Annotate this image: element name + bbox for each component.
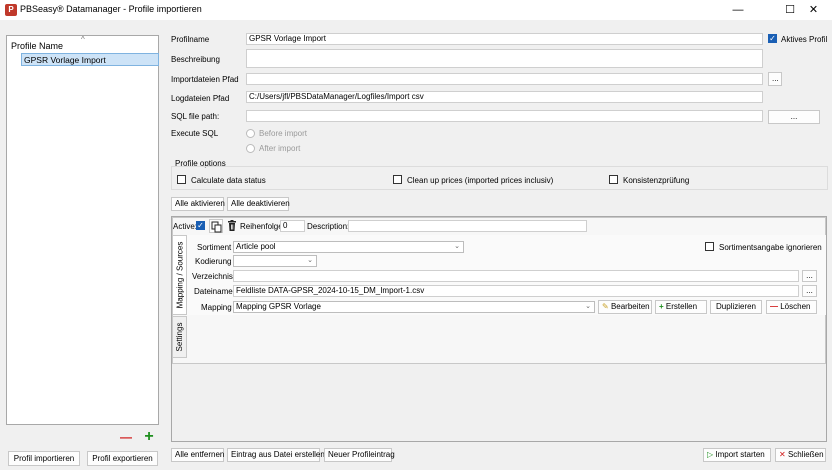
copy-entry-button[interactable] bbox=[209, 219, 223, 233]
minus-icon: — bbox=[770, 302, 778, 311]
kodierung-select[interactable]: ⌄ bbox=[233, 255, 317, 267]
close-button[interactable]: ✕ bbox=[795, 0, 832, 20]
loeschen-label: Löschen bbox=[780, 302, 811, 311]
minimize-icon: — bbox=[732, 4, 744, 16]
delete-entry-button[interactable] bbox=[225, 219, 238, 233]
profil-exportieren-button[interactable]: Profil exportieren bbox=[87, 451, 158, 466]
close-icon: ✕ bbox=[779, 450, 786, 459]
kodierung-label: Kodierung bbox=[195, 257, 232, 266]
description-input[interactable] bbox=[348, 220, 587, 232]
reihenfolge-label: Reihenfolge bbox=[240, 222, 283, 231]
verzeichnis-label: Verzeichnis bbox=[192, 272, 233, 281]
tab-mapping-sources[interactable]: Mapping / Sources bbox=[172, 235, 187, 315]
description-label: Description: bbox=[307, 222, 350, 231]
maximize-icon: ☐ bbox=[785, 4, 795, 16]
active-label: Active: bbox=[173, 222, 198, 231]
sql-browse-button[interactable]: ... bbox=[768, 110, 820, 124]
after-import-radio[interactable] bbox=[246, 144, 255, 153]
chevron-down-icon: ⌄ bbox=[585, 303, 591, 310]
sort-ascending-icon: ^ bbox=[81, 35, 85, 44]
verzeichnis-input[interactable] bbox=[233, 270, 799, 282]
profile-list[interactable]: Profile Name ^ GPSR Vorlage Import bbox=[6, 35, 159, 425]
chevron-down-icon: ⌄ bbox=[307, 257, 313, 264]
erstellen-button[interactable]: + Erstellen bbox=[655, 300, 707, 314]
sql-path-input[interactable] bbox=[246, 110, 763, 122]
konsistenzpruefung-checkbox[interactable] bbox=[609, 175, 618, 184]
konsistenzpruefung-label: Konsistenzprüfung bbox=[623, 176, 690, 185]
schliessen-label: Schließen bbox=[787, 450, 824, 459]
sortiment-select[interactable]: Article pool ⌄ bbox=[233, 241, 464, 253]
duplizieren-button[interactable]: Duplizieren bbox=[710, 300, 762, 314]
list-item[interactable]: GPSR Vorlage Import bbox=[21, 53, 159, 66]
profilname-input[interactable]: GPSR Vorlage Import bbox=[246, 33, 763, 45]
aktives-profil-label: Aktives Profil bbox=[781, 35, 828, 44]
window-title: PBSeasy® Datamanager - Profile importier… bbox=[20, 4, 202, 14]
importdateien-input[interactable] bbox=[246, 73, 763, 85]
logdateien-input[interactable]: C:/Users/jfl/PBSDataManager/Logfiles/Imp… bbox=[246, 91, 763, 103]
tab-settings[interactable]: Settings bbox=[172, 316, 187, 358]
play-icon: ▷ bbox=[707, 450, 714, 459]
plus-icon: + bbox=[659, 302, 664, 311]
import-starten-button[interactable]: ▷ Import starten bbox=[703, 448, 771, 462]
after-import-label: After import bbox=[259, 144, 301, 153]
sortimentsangabe-ignorieren-label: Sortimentsangabe ignorieren bbox=[719, 243, 822, 252]
importdateien-browse-button[interactable]: ... bbox=[768, 72, 782, 86]
chevron-down-icon: ⌄ bbox=[454, 243, 460, 250]
profil-importieren-button[interactable]: Profil importieren bbox=[8, 451, 80, 466]
tab-settings-label: Settings bbox=[175, 322, 184, 352]
mapping-value: Mapping GPSR Vorlage bbox=[236, 302, 321, 311]
reihenfolge-input[interactable]: 0 bbox=[280, 220, 305, 232]
pencil-icon: ✎ bbox=[602, 302, 609, 311]
verzeichnis-browse-button[interactable]: ... bbox=[802, 270, 817, 282]
schliessen-button[interactable]: ✕ Schließen bbox=[775, 448, 826, 462]
bearbeiten-label: Bearbeiten bbox=[610, 302, 650, 311]
entry-active-checkbox[interactable] bbox=[196, 221, 205, 230]
alle-deaktivieren-button[interactable]: Alle deaktivieren bbox=[227, 197, 290, 211]
copy-icon bbox=[211, 221, 222, 233]
calculate-data-status-checkbox[interactable] bbox=[177, 175, 186, 184]
close-icon: ✕ bbox=[808, 4, 819, 16]
profilname-label: Profilname bbox=[171, 35, 210, 44]
execute-sql-label: Execute SQL bbox=[171, 129, 219, 138]
dateiname-input[interactable]: Feldliste DATA-GPSR_2024-10-15_DM_Import… bbox=[233, 285, 799, 297]
logdateien-label: Logdateien Pfad bbox=[171, 94, 230, 103]
neuer-profileintrag-button[interactable]: Neuer Profileintrag bbox=[324, 448, 395, 462]
minus-icon: — bbox=[120, 430, 132, 444]
mapping-select[interactable]: Mapping GPSR Vorlage ⌄ bbox=[233, 301, 595, 313]
title-bar: P PBSeasy® Datamanager - Profile importi… bbox=[0, 0, 832, 20]
sortimentsangabe-ignorieren-checkbox[interactable] bbox=[705, 242, 714, 251]
clean-up-prices-label: Clean up prices (imported prices inclusi… bbox=[407, 176, 554, 185]
add-profile-button[interactable]: + bbox=[141, 429, 157, 445]
tab-mapping-sources-label: Mapping / Sources bbox=[175, 241, 185, 309]
dateiname-label: Dateiname bbox=[194, 287, 233, 296]
dateiname-browse-button[interactable]: ... bbox=[802, 285, 817, 297]
loeschen-button[interactable]: — Löschen bbox=[766, 300, 817, 314]
mapping-label: Mapping bbox=[201, 303, 232, 312]
alle-entfernen-button[interactable]: Alle entfernen bbox=[171, 448, 224, 462]
plus-icon: + bbox=[144, 428, 154, 445]
trash-icon bbox=[228, 220, 236, 231]
sortiment-label: Sortiment bbox=[197, 243, 232, 252]
aktives-profil-checkbox[interactable] bbox=[768, 34, 777, 43]
before-import-label: Before import bbox=[259, 129, 308, 138]
eintrag-aus-datei-button[interactable]: Eintrag aus Datei erstellen bbox=[227, 448, 325, 462]
beschreibung-input[interactable] bbox=[246, 49, 763, 68]
bearbeiten-button[interactable]: ✎ Bearbeiten bbox=[598, 300, 652, 314]
app-logo-icon: P bbox=[5, 4, 17, 16]
profile-list-header[interactable]: Profile Name ^ bbox=[7, 35, 158, 51]
beschreibung-label: Beschreibung bbox=[171, 55, 220, 64]
sql-path-label: SQL file path: bbox=[171, 112, 220, 121]
importdateien-label: Importdateien Pfad bbox=[171, 75, 239, 84]
before-import-radio[interactable] bbox=[246, 129, 255, 138]
minimize-button[interactable]: — bbox=[718, 0, 758, 20]
import-starten-label[interactable]: Import starten bbox=[715, 450, 764, 459]
profile-name-header: Profile Name bbox=[11, 41, 64, 51]
calculate-data-status-label: Calculate data status bbox=[191, 176, 266, 185]
list-item-label: GPSR Vorlage Import bbox=[24, 55, 106, 65]
remove-profile-button[interactable]: — bbox=[118, 430, 134, 445]
clean-up-prices-checkbox[interactable] bbox=[393, 175, 402, 184]
alle-aktivieren-button[interactable]: Alle aktivieren bbox=[171, 197, 225, 211]
sortiment-value: Article pool bbox=[236, 242, 276, 251]
erstellen-label: Erstellen bbox=[665, 302, 698, 311]
